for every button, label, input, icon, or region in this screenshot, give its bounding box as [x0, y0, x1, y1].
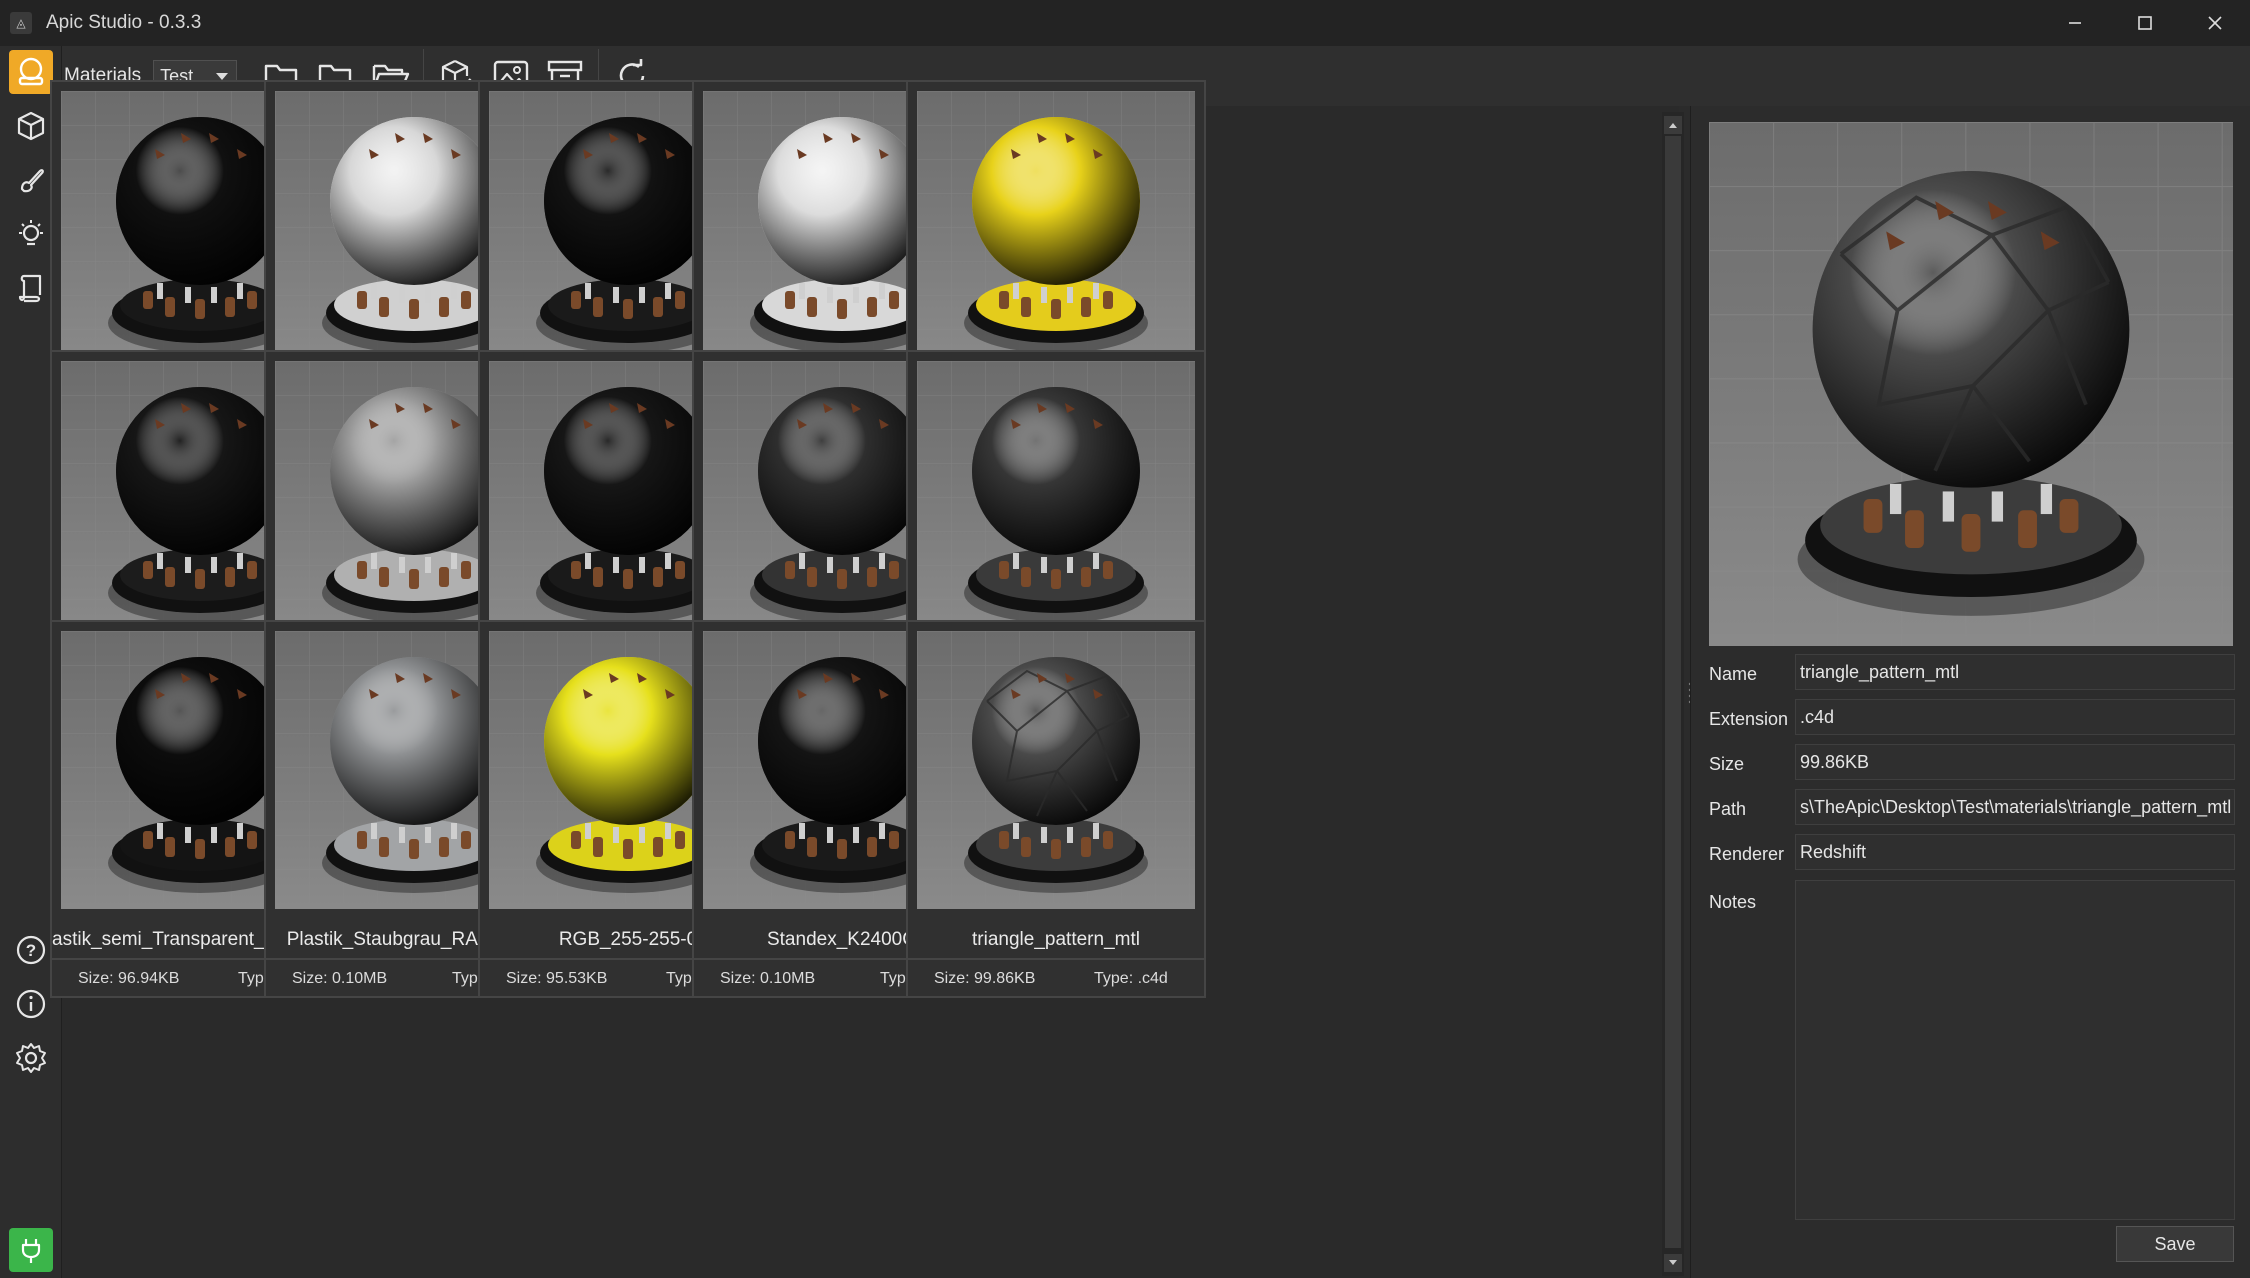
settings-button[interactable]	[9, 1036, 53, 1080]
renderer-field[interactable]: Redshift	[1795, 834, 2235, 870]
info-button[interactable]	[9, 982, 53, 1026]
path-label: Path	[1709, 799, 1747, 819]
material-card[interactable]: triangle_pattern_mtl Size: 99.86KB Type: .…	[906, 620, 1206, 998]
material-type: Type: .c4d	[1094, 970, 1168, 987]
save-button[interactable]: Save	[2116, 1226, 2234, 1262]
minimize-button[interactable]	[2040, 0, 2110, 46]
notes-label: Notes	[1709, 892, 1757, 912]
plugin-connection-button[interactable]	[9, 1228, 53, 1272]
cube-icon	[17, 111, 45, 141]
material-size: Size: 0.10MB	[292, 970, 388, 987]
close-button[interactable]	[2180, 0, 2250, 46]
help-button[interactable]: ?	[9, 928, 53, 972]
material-size: Size: 99.86KB	[934, 970, 1036, 987]
renderer-label: Renderer	[1709, 844, 1785, 864]
gear-icon	[16, 1043, 46, 1073]
plug-icon	[21, 1239, 41, 1263]
chevron-down-icon	[216, 73, 229, 80]
sidebar-item-scripts[interactable]	[9, 266, 53, 310]
extension-field[interactable]: .c4d	[1795, 699, 2235, 735]
material-size: Size: 96.94KB	[78, 970, 180, 987]
material-thumbnail	[917, 361, 1195, 639]
sidebar-item-brushes[interactable]	[9, 158, 53, 202]
material-size: Size: 0.10MB	[720, 970, 816, 987]
svg-text:?: ?	[26, 941, 36, 960]
app-logo-icon: ◬	[10, 12, 32, 34]
size-field[interactable]: 99.86KB	[1795, 744, 2235, 780]
path-field[interactable]: s\TheApic\Desktop\Test\materials\triangl…	[1795, 789, 2235, 825]
material-grid: Black_MetalSize: 97.69KBType: .c4d	[50, 80, 1679, 1278]
scroll-up-arrow-icon[interactable]	[1664, 116, 1682, 134]
brush-icon	[20, 169, 44, 193]
title-bar: ◬ Apic Studio - 0.3.3	[0, 0, 2250, 46]
minimize-icon	[2069, 22, 2081, 24]
window-title: Apic Studio - 0.3.3	[46, 12, 202, 33]
close-icon	[2208, 16, 2222, 30]
help-icon: ?	[16, 935, 46, 965]
scrollbar-thumb[interactable]	[1665, 136, 1681, 1248]
scroll-down-arrow-icon[interactable]	[1664, 1254, 1682, 1272]
maximize-button[interactable]	[2110, 0, 2180, 46]
info-icon	[16, 989, 46, 1019]
material-name: triangle_pattern_mtl	[972, 929, 1140, 950]
detail-panel: Name triangle_pattern_mtl Extension .c4d…	[1690, 106, 2250, 1278]
material-meta: Size: 99.86KB Type: .c4d	[908, 958, 1204, 996]
material-thumbnail	[917, 91, 1195, 369]
sidebar-item-lights[interactable]	[9, 212, 53, 256]
material-size: Size: 95.53KB	[506, 970, 608, 987]
name-field[interactable]: triangle_pattern_mtl	[1795, 654, 2235, 690]
materials-icon	[18, 57, 44, 86]
light-icon	[19, 220, 43, 246]
sidebar-item-models[interactable]	[9, 104, 53, 148]
extension-label: Extension	[1709, 709, 1789, 729]
material-preview	[1709, 122, 2233, 646]
material-thumbnail	[917, 631, 1195, 909]
size-label: Size	[1709, 754, 1745, 774]
scroll-icon	[18, 274, 42, 303]
name-label: Name	[1709, 664, 1758, 684]
notes-textarea[interactable]	[1795, 880, 2235, 1220]
sidebar-item-materials[interactable]	[9, 50, 53, 94]
maximize-icon	[2138, 16, 2152, 30]
grid-scrollbar[interactable]	[1662, 112, 1684, 1276]
